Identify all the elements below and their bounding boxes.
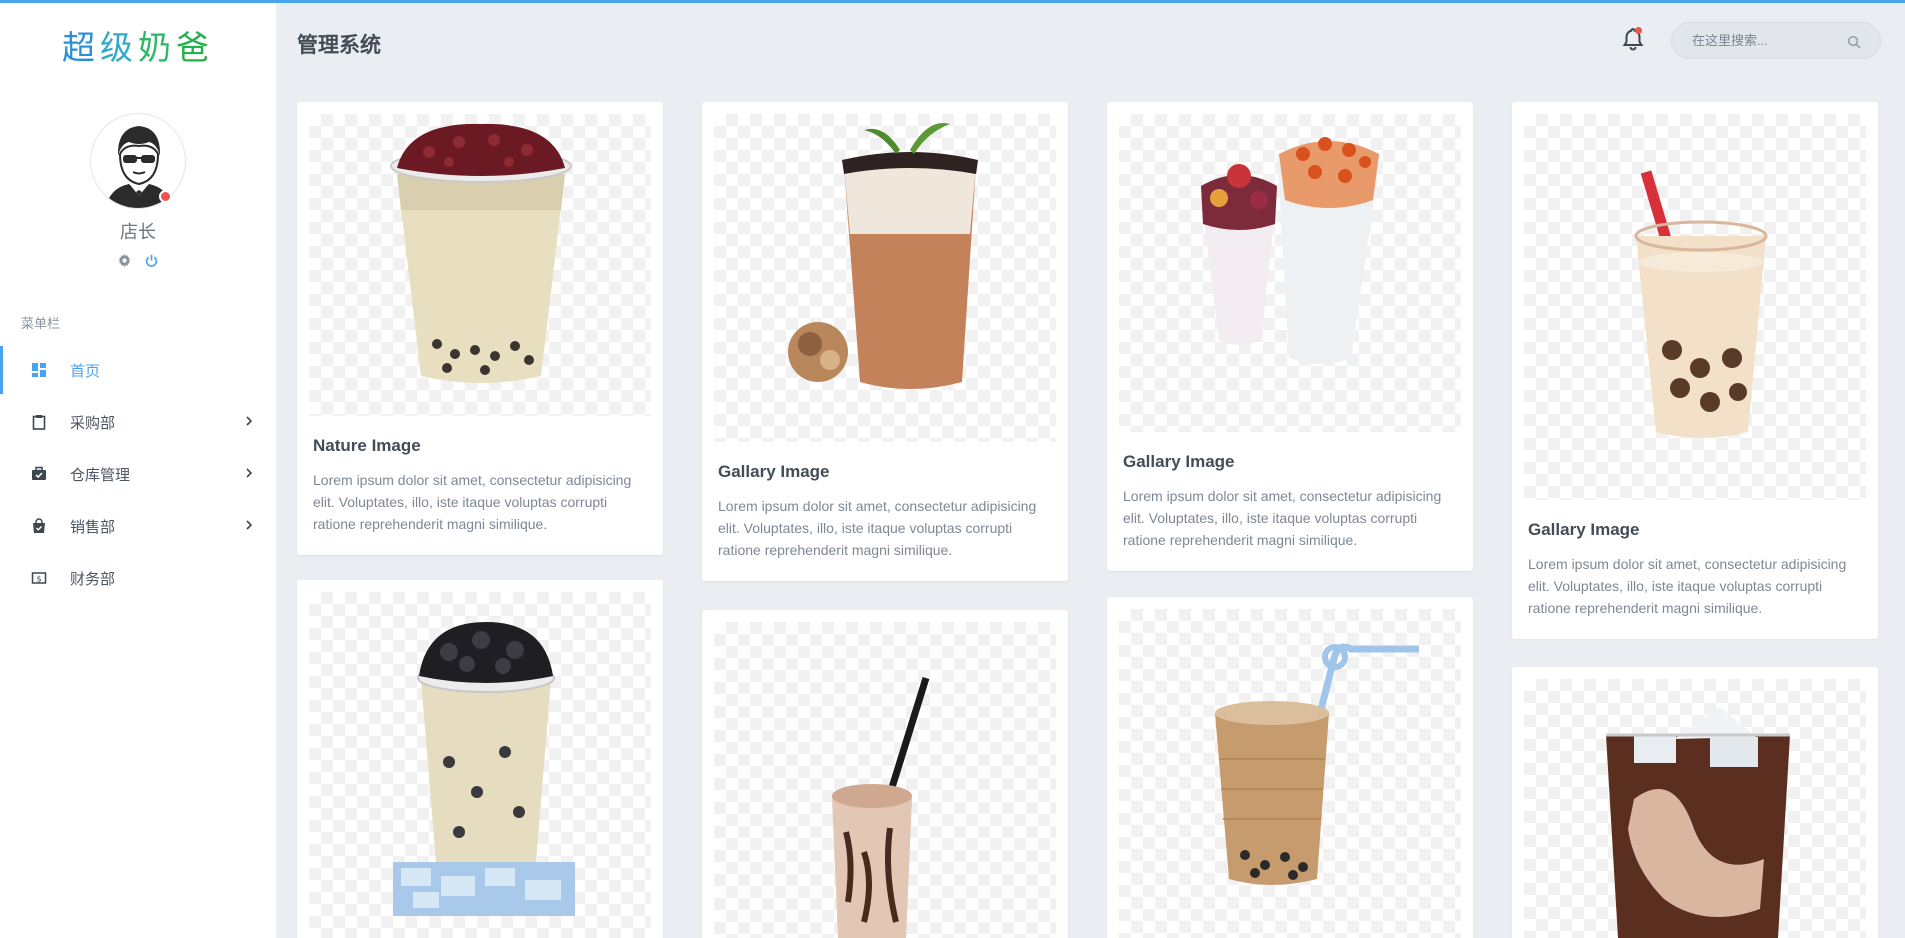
gear-icon[interactable]: [118, 254, 131, 267]
brand-logo[interactable]: 超级奶爸: [0, 3, 276, 75]
card-description: Lorem ipsum dolor sit amet, consectetur …: [1528, 556, 1847, 616]
card-image-bubble-tea-red-bean[interactable]: [309, 114, 651, 416]
card-image-two-fruit-teas[interactable]: [1119, 114, 1461, 432]
gallery-card[interactable]: Gallary Image Lorem ipsum dolor sit amet…: [702, 102, 1068, 581]
brand-char: 超: [62, 28, 100, 67]
gallery-card[interactable]: [702, 610, 1068, 938]
card-image-milk-tea-blue-straw[interactable]: [1119, 609, 1461, 938]
sidebar-menu: 首页 采购部 仓库管理 销售部 $ 财务部: [0, 344, 276, 604]
sidebar-item-label: 销售部: [70, 518, 116, 536]
sidebar-item-sales[interactable]: 销售部: [0, 500, 276, 552]
card-description: Lorem ipsum dolor sit amet, consectetur …: [313, 472, 632, 532]
sidebar-item-warehouse[interactable]: 仓库管理: [0, 448, 276, 500]
sidebar-item-label: 财务部: [70, 570, 116, 588]
briefcase-check-icon: [31, 466, 47, 482]
sidebar-item-purchasing[interactable]: 采购部: [0, 396, 276, 448]
card-title: Gallary Image: [718, 462, 830, 481]
chevron-right-icon: [246, 520, 253, 530]
card-title: Nature Image: [313, 436, 421, 455]
sidebar-item-label: 采购部: [70, 414, 116, 432]
shopping-bag-icon: [31, 518, 47, 534]
brand-char: 级: [100, 28, 138, 67]
sidebar: 超级奶爸 店长 菜单栏 首页 采购部 仓库管理 销售部 $ 财务部: [0, 3, 276, 938]
sidebar-item-label: 仓库管理: [70, 466, 131, 484]
brand-char: 奶: [138, 28, 176, 67]
card-description: Lorem ipsum dolor sit amet, consectetur …: [718, 498, 1037, 558]
clipboard-icon: [31, 414, 47, 430]
card-image-bubble-tea-ice[interactable]: [309, 592, 651, 938]
card-title: Gallary Image: [1123, 452, 1235, 471]
chevron-right-icon: [246, 416, 253, 426]
online-status-dot: [159, 190, 172, 203]
card-image-chocolate-shake[interactable]: [714, 622, 1056, 938]
search-icon[interactable]: [1847, 35, 1861, 49]
top-header: 管理系统: [276, 3, 1905, 80]
power-icon[interactable]: [145, 254, 158, 267]
dashboard-icon: [31, 362, 47, 378]
brand-char: 爸: [176, 28, 214, 67]
search-input[interactable]: [1692, 33, 1842, 48]
username: 店长: [120, 222, 156, 242]
gallery-card[interactable]: [1107, 597, 1473, 938]
svg-text:$: $: [36, 575, 41, 584]
card-image-milk-tea-oreo-mint[interactable]: [714, 114, 1056, 442]
notification-badge: [1635, 27, 1642, 34]
card-image-milk-tea-red-straw[interactable]: [1524, 114, 1866, 500]
card-image-iced-coffee[interactable]: [1524, 679, 1866, 938]
page-title: 管理系统: [297, 34, 381, 57]
gallery-card[interactable]: Gallary Image Lorem ipsum dolor sit amet…: [1512, 102, 1878, 639]
search-box: [1671, 22, 1881, 59]
gallery-card[interactable]: [297, 580, 663, 938]
chevron-right-icon: [246, 468, 253, 478]
sidebar-item-label: 首页: [70, 362, 101, 380]
gallery-card[interactable]: Gallary Image Lorem ipsum dolor sit amet…: [1107, 102, 1473, 571]
card-description: Lorem ipsum dolor sit amet, consectetur …: [1123, 488, 1442, 548]
gallery-card[interactable]: Nature Image Lorem ipsum dolor sit amet,…: [297, 102, 663, 555]
money-icon: $: [31, 570, 47, 586]
gallery-card[interactable]: [1512, 667, 1878, 938]
top-accent-line: [0, 0, 1905, 3]
bell-icon[interactable]: [1620, 26, 1646, 52]
user-tools: [0, 254, 276, 267]
menu-title: 菜单栏: [21, 316, 61, 331]
user-avatar-wrap[interactable]: [90, 113, 186, 209]
sidebar-item-finance[interactable]: $ 财务部: [0, 552, 276, 604]
card-title: Gallary Image: [1528, 520, 1640, 539]
sidebar-item-home[interactable]: 首页: [0, 344, 276, 396]
